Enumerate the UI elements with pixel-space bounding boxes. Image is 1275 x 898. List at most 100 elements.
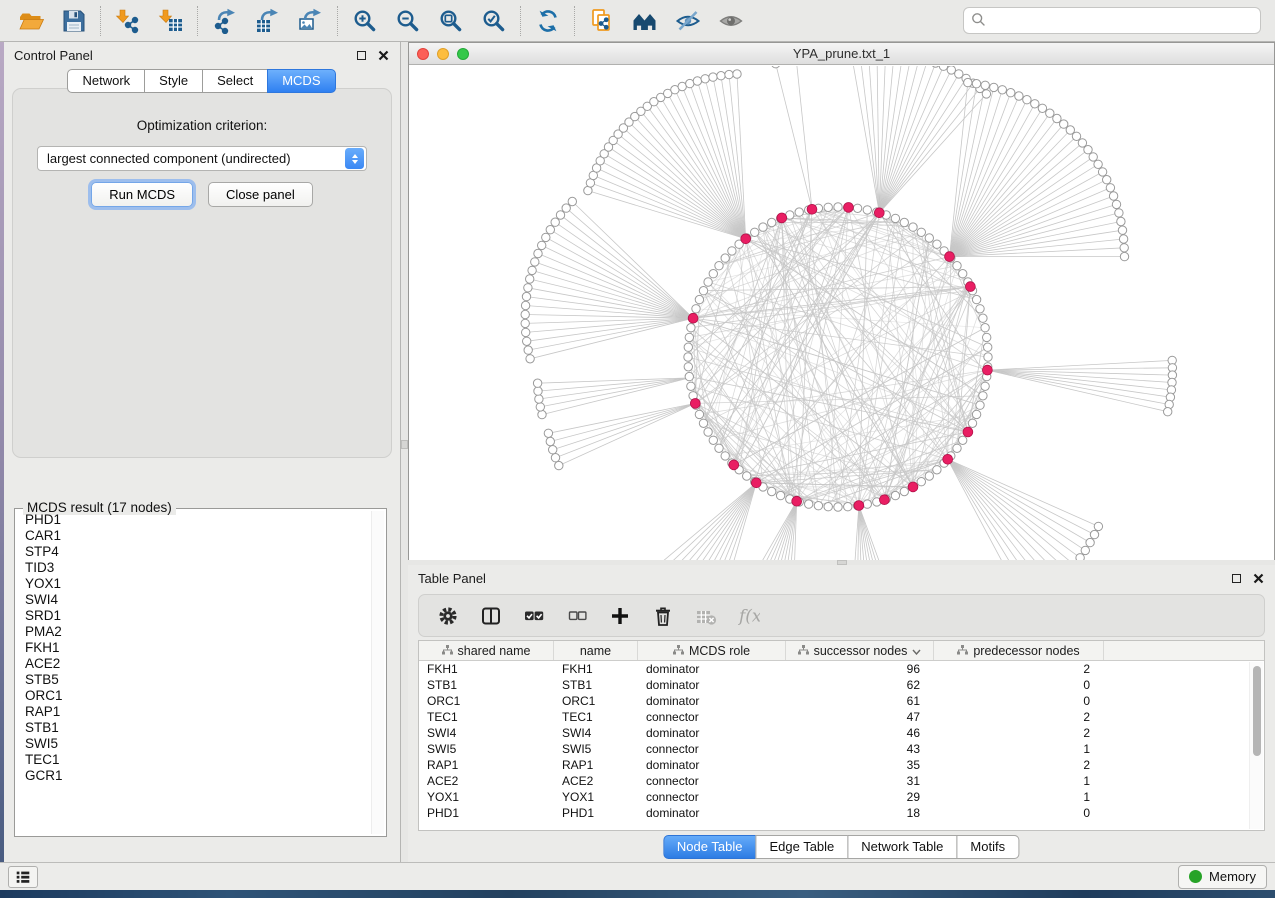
- result-node-item[interactable]: CAR1: [18, 528, 370, 544]
- tab-network-table[interactable]: Network Table: [847, 835, 957, 859]
- hide-selected-icon[interactable]: [674, 7, 701, 34]
- network-titlebar[interactable]: YPA_prune.txt_1: [409, 43, 1274, 65]
- columns-icon[interactable]: [479, 604, 503, 628]
- list-icon: [14, 868, 32, 886]
- result-node-item[interactable]: SWI4: [18, 592, 370, 608]
- result-node-item[interactable]: PHD1: [18, 512, 370, 528]
- zoom-out-icon[interactable]: [394, 7, 421, 34]
- table-row[interactable]: ORC1ORC1dominator610: [419, 693, 1264, 709]
- network-window: YPA_prune.txt_1: [408, 42, 1275, 560]
- deselect-all-icon[interactable]: [565, 604, 589, 628]
- tab-edge-table[interactable]: Edge Table: [755, 835, 848, 859]
- table-row[interactable]: YOX1YOX1connector291: [419, 789, 1264, 805]
- table-row[interactable]: PHD1PHD1dominator180: [419, 805, 1264, 821]
- app-window: Control Panel NetworkStyleSelectMCDS Opt…: [0, 0, 1275, 898]
- float-icon[interactable]: [1229, 571, 1243, 585]
- table-row[interactable]: SWI4SWI4dominator462: [419, 725, 1264, 741]
- refresh-icon[interactable]: [534, 7, 561, 34]
- cell-name: ACE2: [554, 773, 638, 789]
- maximize-window-icon[interactable]: [457, 48, 469, 60]
- settings-icon[interactable]: [436, 604, 460, 628]
- result-node-item[interactable]: STB5: [18, 672, 370, 688]
- run-mcds-button[interactable]: Run MCDS: [91, 182, 193, 207]
- result-node-item[interactable]: STP4: [18, 544, 370, 560]
- tab-node-table[interactable]: Node Table: [663, 835, 757, 859]
- mcds-result-box: MCDS result (17 nodes) PHD1CAR1STP4TID3Y…: [14, 508, 387, 837]
- open-icon[interactable]: [17, 7, 44, 34]
- criterion-select[interactable]: largest connected component (undirected): [37, 146, 367, 171]
- result-node-item[interactable]: TEC1: [18, 752, 370, 768]
- table-row[interactable]: ACE2ACE2connector311: [419, 773, 1264, 789]
- table-row[interactable]: TEC1TEC1connector472: [419, 709, 1264, 725]
- result-node-item[interactable]: STB1: [18, 720, 370, 736]
- close-icon[interactable]: [1251, 571, 1265, 585]
- scrollbar-thumb[interactable]: [1253, 666, 1261, 756]
- binoculars-icon[interactable]: [631, 7, 658, 34]
- save-icon[interactable]: [60, 7, 87, 34]
- table-row[interactable]: FKH1FKH1dominator962: [419, 661, 1264, 677]
- zoom-selected-icon[interactable]: [480, 7, 507, 34]
- close-panel-button[interactable]: Close panel: [208, 182, 313, 207]
- vertical-splitter[interactable]: [401, 42, 408, 862]
- search-box[interactable]: [963, 7, 1261, 34]
- table-row[interactable]: SWI5SWI5connector431: [419, 741, 1264, 757]
- table-row[interactable]: STB1STB1dominator620: [419, 677, 1264, 693]
- export-image-icon[interactable]: [297, 7, 324, 34]
- cell-shared-name: YOX1: [419, 789, 554, 805]
- result-node-item[interactable]: PMA2: [18, 624, 370, 640]
- result-node-item[interactable]: RAP1: [18, 704, 370, 720]
- search-icon: [971, 12, 986, 30]
- zoom-fit-icon[interactable]: [437, 7, 464, 34]
- column-header-MCDS-role[interactable]: MCDS role: [638, 641, 786, 660]
- search-input[interactable]: [990, 11, 1260, 31]
- cell-predecessor-nodes: 0: [934, 805, 1104, 821]
- tab-mcds[interactable]: MCDS: [267, 69, 335, 93]
- delete-icon[interactable]: [651, 604, 675, 628]
- column-header-successor-nodes[interactable]: successor nodes: [786, 641, 934, 660]
- result-node-item[interactable]: GCR1: [18, 768, 370, 784]
- table-row[interactable]: RAP1RAP1dominator352: [419, 757, 1264, 773]
- column-header-name[interactable]: name: [554, 641, 638, 660]
- import-table-icon[interactable]: [157, 7, 184, 34]
- toolbar-group: [575, 6, 757, 36]
- add-icon[interactable]: [608, 604, 632, 628]
- tab-select[interactable]: Select: [202, 69, 268, 93]
- network-canvas[interactable]: [409, 66, 1274, 559]
- select-all-icon[interactable]: [522, 604, 546, 628]
- result-node-item[interactable]: SRD1: [18, 608, 370, 624]
- import-network-icon[interactable]: [114, 7, 141, 34]
- show-all-icon[interactable]: [717, 7, 744, 34]
- zoom-in-icon[interactable]: [351, 7, 378, 34]
- share-document-icon[interactable]: [588, 7, 615, 34]
- tab-motifs[interactable]: Motifs: [956, 835, 1019, 859]
- tab-style[interactable]: Style: [144, 69, 203, 93]
- close-window-icon[interactable]: [417, 48, 429, 60]
- minimize-window-icon[interactable]: [437, 48, 449, 60]
- task-history-button[interactable]: [8, 866, 38, 888]
- cell-name: YOX1: [554, 789, 638, 805]
- result-node-item[interactable]: TID3: [18, 560, 370, 576]
- network-title: YPA_prune.txt_1: [409, 46, 1274, 61]
- float-icon[interactable]: [354, 48, 368, 62]
- export-network-icon[interactable]: [211, 7, 238, 34]
- result-scrollbar[interactable]: [371, 511, 384, 834]
- result-node-item[interactable]: ACE2: [18, 656, 370, 672]
- table-panel: Table Panel f(x) shared namenameMCDS rol…: [408, 565, 1275, 862]
- result-node-item[interactable]: YOX1: [18, 576, 370, 592]
- close-icon[interactable]: [376, 48, 390, 62]
- column-header-shared-name[interactable]: shared name: [419, 641, 554, 660]
- column-header-predecessor-nodes[interactable]: predecessor nodes: [934, 641, 1104, 660]
- result-node-item[interactable]: SWI5: [18, 736, 370, 752]
- cell-predecessor-nodes: 2: [934, 661, 1104, 677]
- main-toolbar: [0, 0, 1275, 42]
- memory-button[interactable]: Memory: [1178, 865, 1267, 889]
- table-scrollbar[interactable]: [1249, 662, 1263, 829]
- splitter-handle[interactable]: [401, 440, 408, 449]
- export-table-icon[interactable]: [254, 7, 281, 34]
- result-node-item[interactable]: ORC1: [18, 688, 370, 704]
- select-stepper-icon: [345, 148, 364, 169]
- cell-successor-nodes: 61: [786, 693, 934, 709]
- cell-shared-name: TEC1: [419, 709, 554, 725]
- result-node-item[interactable]: FKH1: [18, 640, 370, 656]
- tab-network[interactable]: Network: [67, 69, 145, 93]
